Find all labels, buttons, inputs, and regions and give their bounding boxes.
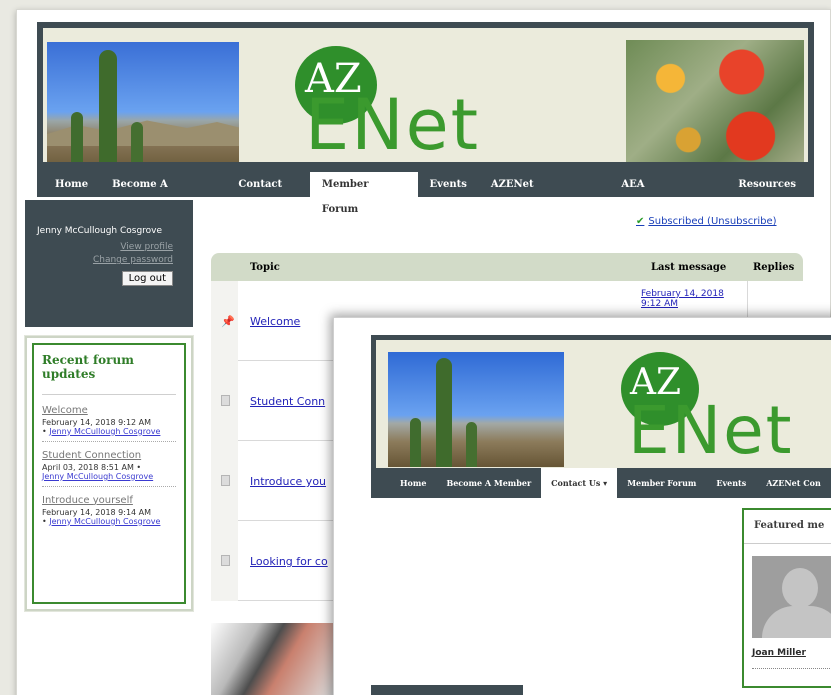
saguaro-photo — [388, 352, 564, 467]
cactus-flower-photo — [626, 40, 804, 162]
login-box: Jenny McCullough Cosgrove View profile C… — [25, 200, 193, 327]
nav-azenet-conference[interactable]: AZENet Con — [756, 468, 831, 498]
col-topic: Topic — [250, 262, 280, 273]
list-item: Student Connection April 03, 2018 8:51 A… — [42, 450, 176, 487]
recent-topic-link[interactable]: Introduce yourself — [42, 495, 176, 506]
recent-topic-link[interactable]: Welcome — [42, 405, 176, 416]
nav-home[interactable]: Home — [43, 172, 100, 197]
site-header: AZ ENet Home Become A Member Contact Us … — [37, 22, 814, 215]
front-main-nav: Home Become A Member Contact Us ▾ Member… — [376, 468, 831, 498]
pin-icon: 📌 — [221, 315, 235, 328]
nav-become-member[interactable]: Become A Member — [100, 172, 226, 215]
document-icon — [221, 395, 230, 406]
forum-table-header: Topic Last message Replies — [211, 253, 803, 281]
nav-member-forum[interactable]: Member Forum — [309, 172, 418, 215]
recent-title: Recent forum updates — [42, 353, 176, 395]
recent-date: February 14, 2018 9:12 AM — [42, 417, 152, 427]
recent-topic-link[interactable]: Student Connection — [42, 450, 176, 461]
col-replies: Replies — [753, 262, 795, 273]
document-icon — [221, 475, 230, 486]
logout-button[interactable]: Log out — [121, 271, 173, 286]
nav-member-forum[interactable]: Member Forum — [617, 468, 706, 498]
nav-events[interactable]: Events — [418, 172, 479, 197]
topic-link[interactable]: Looking for co — [250, 555, 328, 568]
subscribe-link[interactable]: ✔ Subscribed (Unsubscribe) — [636, 216, 777, 227]
view-profile-link[interactable]: View profile — [37, 242, 173, 252]
nav-contact-us[interactable]: Contact Us — [226, 172, 310, 215]
nav-aea-conferences[interactable]: AEA Conferences — [609, 172, 726, 215]
featured-member-link[interactable]: Joan Miller — [752, 648, 806, 658]
front-screenshot: AZ ENet Home Become A Member Contact Us … — [333, 317, 831, 695]
list-item: Welcome February 14, 2018 9:12 AM • Jenn… — [42, 405, 176, 442]
col-last-message: Last message — [651, 262, 727, 273]
main-nav: Home Become A Member Contact Us Member F… — [43, 172, 808, 215]
nav-events[interactable]: Events — [706, 468, 756, 498]
nav-contact-us[interactable]: Contact Us ▾ — [541, 468, 618, 498]
header-banner: AZ ENet — [43, 28, 808, 162]
topic-link[interactable]: Introduce you — [250, 475, 326, 488]
change-password-link[interactable]: Change password — [37, 255, 173, 265]
front-header-banner: AZ ENet — [376, 340, 831, 468]
topic-link[interactable]: Student Conn — [250, 395, 325, 408]
recent-date: February 14, 2018 9:14 AM — [42, 507, 152, 517]
logo-enet: ENet — [628, 392, 794, 468]
front-sidebar-box — [371, 685, 523, 695]
last-message-link[interactable]: February 14, 2018 9:12 AM — [641, 289, 745, 310]
recent-user-link[interactable]: Jenny McCullough Cosgrove — [49, 517, 160, 526]
featured-title: Featured me — [744, 510, 831, 544]
decorative-photo — [211, 623, 333, 695]
recent-forum-updates: Recent forum updates Welcome February 14… — [25, 336, 193, 611]
nav-become-member[interactable]: Become A Member — [436, 468, 541, 498]
recent-user-link[interactable]: Jenny McCullough Cosgrove — [42, 472, 153, 481]
front-site-header: AZ ENet Home Become A Member Contact Us … — [371, 335, 831, 498]
avatar — [752, 556, 831, 638]
document-icon — [221, 555, 230, 566]
featured-member-box: Featured me Joan Miller — [742, 508, 831, 688]
nav-azenet-conference[interactable]: AZENet Conference — [479, 172, 610, 215]
list-item: Introduce yourself February 14, 2018 9:1… — [42, 495, 176, 531]
saguaro-photo — [47, 42, 239, 162]
nav-home[interactable]: Home — [376, 468, 436, 498]
recent-user-link[interactable]: Jenny McCullough Cosgrove — [49, 427, 160, 436]
check-icon: ✔ — [636, 216, 645, 227]
recent-date: April 03, 2018 8:51 AM — [42, 462, 134, 472]
logo-enet: ENet — [305, 84, 481, 162]
nav-resources[interactable]: Resources — [726, 172, 808, 197]
topic-link[interactable]: Welcome — [250, 315, 300, 328]
user-name: Jenny McCullough Cosgrove — [37, 226, 163, 236]
